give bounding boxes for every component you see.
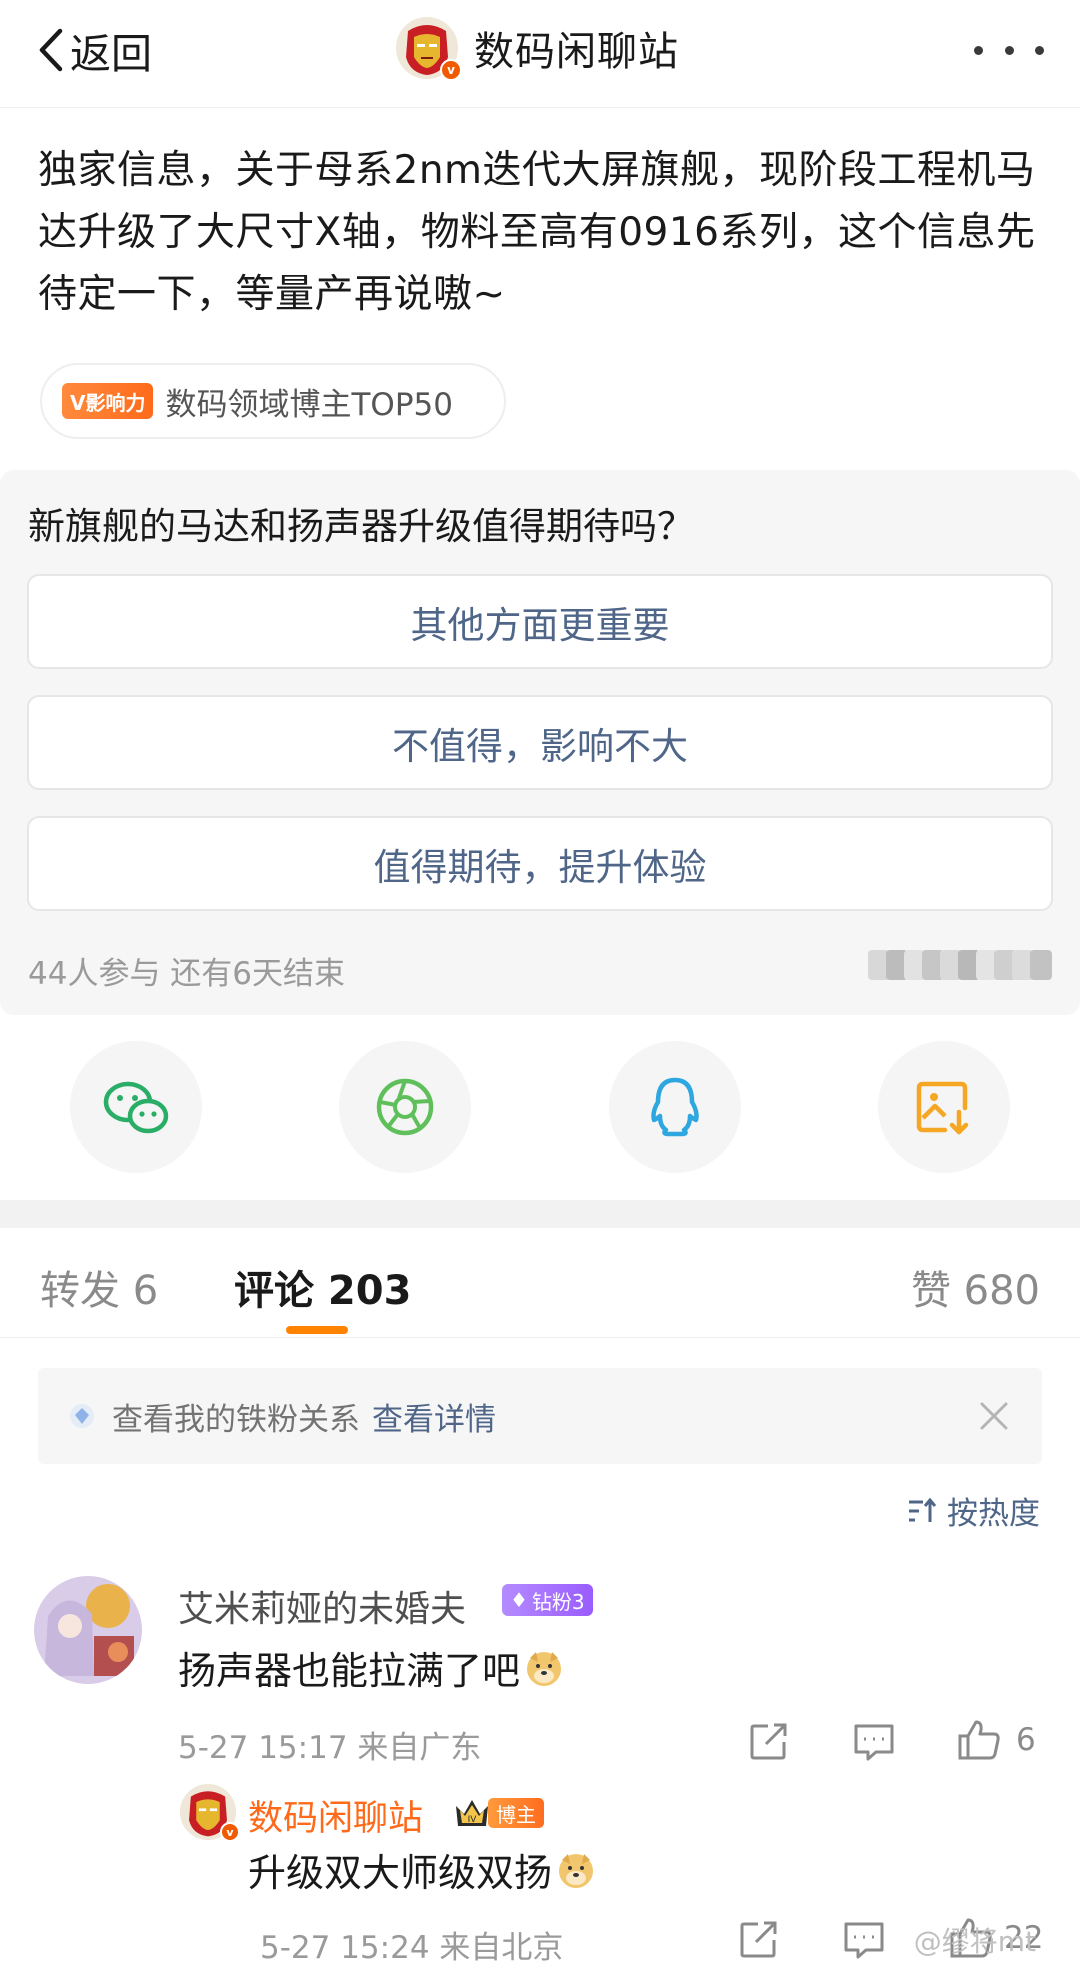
- blogger-badge: IV 博主: [452, 1796, 544, 1830]
- poll-card: 新旗舰的马达和扬声器升级值得期待吗？ 其他方面更重要 不值得，影响不大 值得期待…: [0, 470, 1080, 1015]
- iron-fans-text: 查看我的铁粉关系: [112, 1401, 360, 1438]
- share-qq-button[interactable]: [609, 1041, 741, 1173]
- doge-emoji-icon: [527, 1651, 562, 1686]
- tab-comments[interactable]: 评论 203: [234, 1258, 411, 1316]
- comment-like-button[interactable]: 6: [956, 1718, 1036, 1762]
- post-text: 独家信息，关于母系2nm迭代大屏旗舰，现阶段工程机马达升级了大尺寸X轴，物料至高…: [38, 148, 1036, 317]
- verified-badge-icon: v: [220, 1822, 240, 1842]
- sort-icon: [909, 1497, 937, 1522]
- sort-label: 按热度: [947, 1496, 1040, 1532]
- moments-icon: [376, 1078, 434, 1136]
- dot-icon: [974, 45, 983, 55]
- save-image-icon: [916, 1081, 969, 1135]
- diamond-icon: ♦: [510, 1588, 528, 1612]
- section-divider: [0, 1200, 1080, 1228]
- comment-icon: [854, 1724, 894, 1761]
- thumbs-up-icon: [958, 1720, 1000, 1760]
- share-icon: [740, 1921, 777, 1958]
- reply-author-name[interactable]: 数码闲聊站: [248, 1790, 423, 1841]
- tab-repost[interactable]: 转发 6: [40, 1258, 158, 1316]
- commenter-avatar[interactable]: [34, 1576, 142, 1684]
- iron-fans-details-link[interactable]: 查看详情: [372, 1394, 496, 1439]
- header-title: 数码闲聊站: [474, 29, 679, 75]
- reply-text: 升级双大师级双扬: [248, 1842, 596, 1897]
- tab-likes[interactable]: 赞 680: [911, 1258, 1040, 1316]
- comment-reply-button[interactable]: [852, 1720, 896, 1762]
- share-icon: [750, 1723, 787, 1760]
- watermark: @缪将mt: [913, 1925, 1036, 1958]
- active-tab-indicator: [286, 1326, 348, 1334]
- share-row: [0, 1041, 1080, 1173]
- influence-tag[interactable]: V影响力 数码领域博主TOP50: [40, 363, 506, 439]
- comment-share-button[interactable]: [748, 1720, 790, 1762]
- comment-text: 扬声器也能拉满了吧: [178, 1640, 564, 1695]
- diamond-fan-badge: ♦ 钻粉3: [502, 1584, 593, 1616]
- sort-button[interactable]: 按热度: [907, 1488, 1040, 1533]
- share-wechat-button[interactable]: [70, 1041, 202, 1173]
- reply-body: 升级双大师级双扬: [248, 1851, 553, 1895]
- poll-option-2[interactable]: 不值得，影响不大: [27, 695, 1053, 790]
- commenter-name[interactable]: 艾米莉娅的未婚夫: [178, 1580, 466, 1632]
- doge-emoji-icon: [559, 1853, 594, 1888]
- svg-text:IV: IV: [468, 1815, 478, 1825]
- poll-option-3[interactable]: 值得期待，提升体验: [27, 816, 1053, 911]
- reply-meta: 5-27 15:24 来自北京: [260, 1930, 564, 1966]
- iron-fans-banner: 查看我的铁粉关系 查看详情: [38, 1368, 1042, 1464]
- qq-icon: [651, 1077, 699, 1137]
- crown-icon: IV: [456, 1800, 488, 1826]
- header-avatar: v: [396, 17, 462, 81]
- blogger-badge-label: 博主: [488, 1798, 544, 1828]
- comment-like-count: 6: [1016, 1722, 1036, 1758]
- influence-tag-text: 数码领域博主TOP50: [165, 386, 453, 423]
- comment-body: 扬声器也能拉满了吧: [178, 1649, 521, 1693]
- dot-icon: [1004, 45, 1014, 55]
- poll-option-1[interactable]: 其他方面更重要: [27, 574, 1053, 669]
- wechat-icon: [103, 1081, 169, 1134]
- header-account[interactable]: v 数码闲聊站: [396, 16, 679, 81]
- back-label: 返回: [70, 30, 152, 78]
- comment-meta: 5-27 15:17 来自广东: [178, 1730, 482, 1766]
- comment-icon: [844, 1922, 884, 1959]
- verified-badge-icon: v: [440, 59, 462, 81]
- top-bar: 返回 v 数码闲聊站: [0, 0, 1080, 108]
- back-button[interactable]: 返回: [36, 20, 152, 80]
- reply-share-button[interactable]: [738, 1918, 780, 1960]
- close-icon[interactable]: [976, 1398, 1012, 1434]
- poll-participant-avatars: [868, 950, 1052, 980]
- interaction-tabs: 转发 6 评论 203 赞 680: [0, 1228, 1080, 1338]
- weibo-post-page: 返回 v 数码闲聊站 独家信息，关于母系2nm迭代大屏旗舰，现阶段工程机马达升级…: [0, 0, 1080, 1978]
- fan-badge-label: 钻粉3: [531, 1589, 585, 1614]
- poll-question: 新旗舰的马达和扬声器升级值得期待吗？: [28, 505, 694, 548]
- dot-icon: [1035, 45, 1044, 55]
- poll-footer: 44人参与 还有6天结束: [28, 956, 346, 992]
- save-image-button[interactable]: [878, 1041, 1010, 1173]
- share-moments-button[interactable]: [339, 1041, 471, 1173]
- more-options-button[interactable]: [974, 30, 1044, 70]
- reply-comment-button[interactable]: [842, 1918, 886, 1960]
- chevron-left-icon: [39, 28, 63, 72]
- influence-badge: V影响力: [62, 383, 154, 419]
- diamond-icon: [70, 1404, 94, 1428]
- reply-avatar[interactable]: v: [180, 1784, 240, 1842]
